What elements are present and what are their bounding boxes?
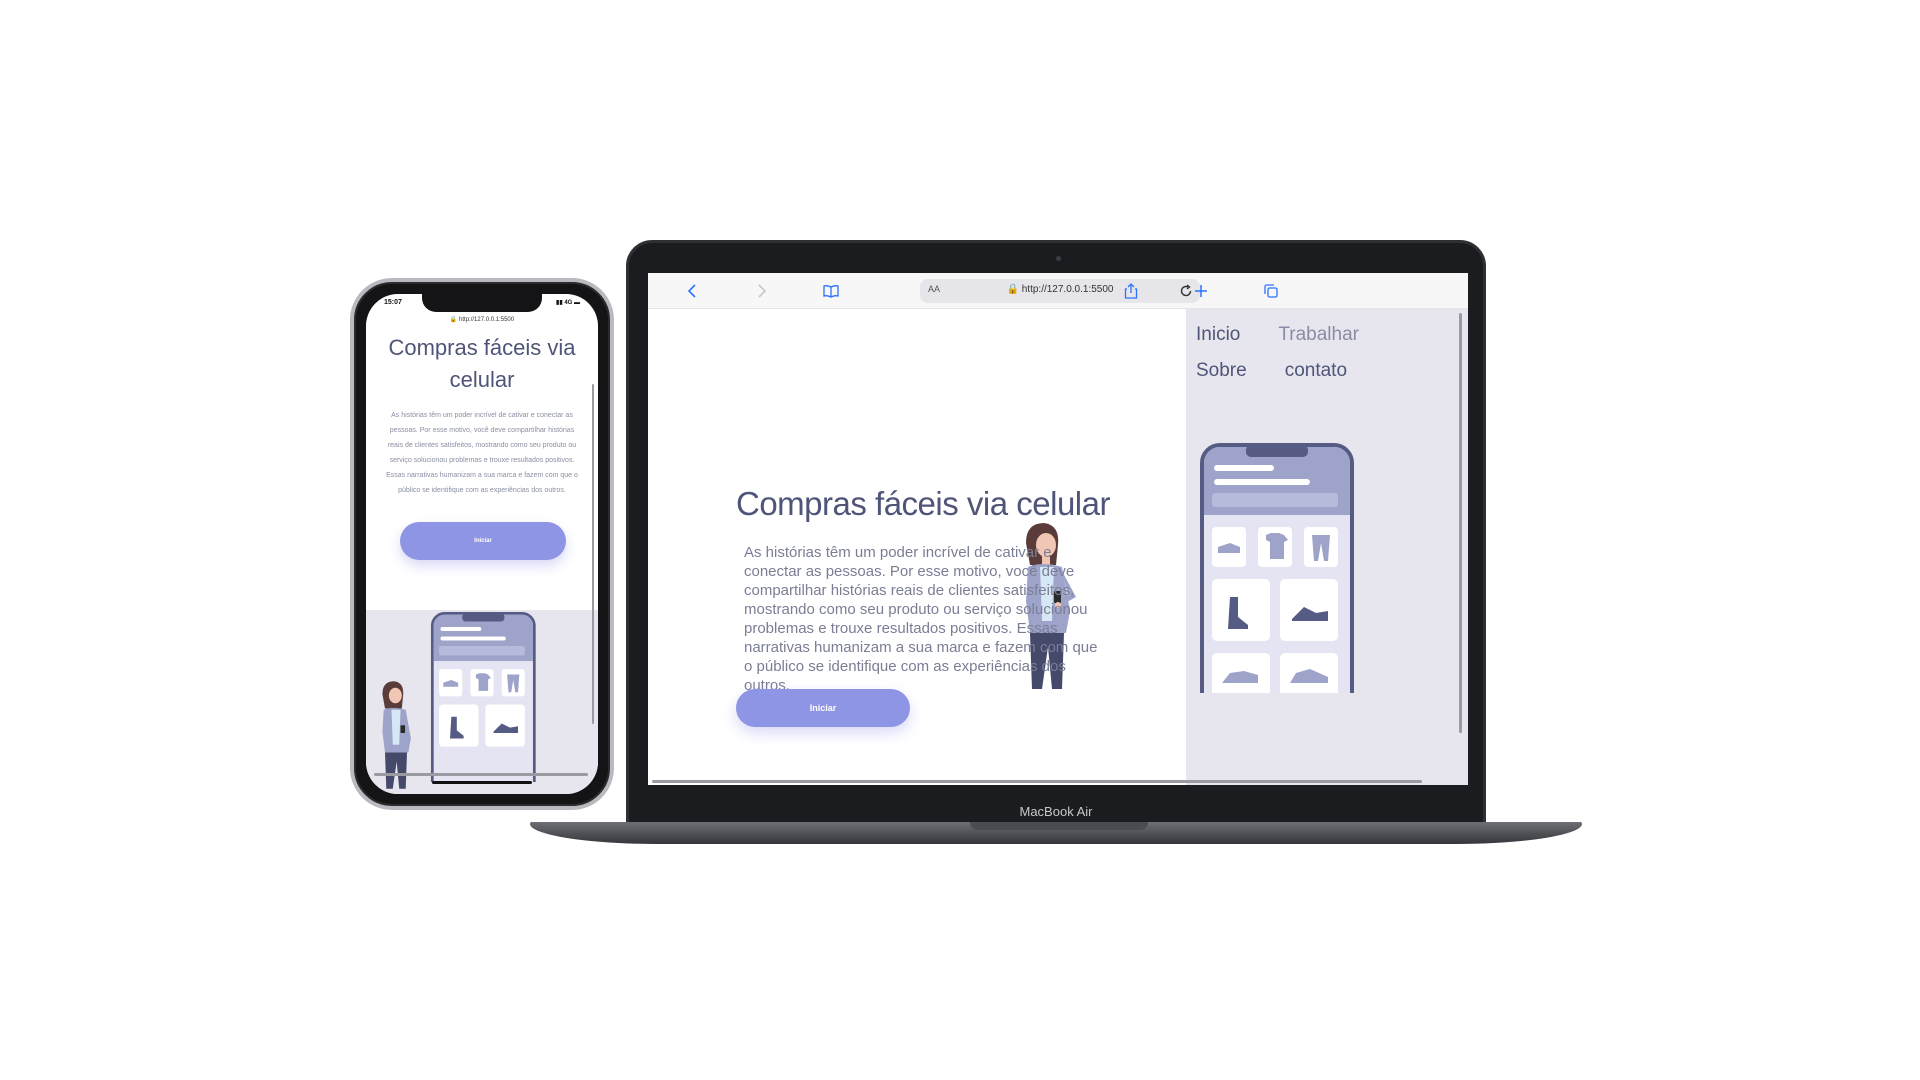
laptop-base [530, 822, 1582, 844]
home-indicator[interactable] [432, 781, 532, 784]
hero-title: Compras fáceis via celular [736, 485, 1110, 522]
camera-dot [1056, 256, 1061, 261]
address-bar[interactable]: AA 🔒 http://127.0.0.1:5500 [920, 279, 1200, 303]
share-icon[interactable] [1122, 282, 1140, 300]
laptop-lid: AA 🔒 http://127.0.0.1:5500 Inicio Trabalh… [626, 240, 1486, 826]
nav-item-contato[interactable]: contato [1285, 353, 1347, 389]
nav-item-trabalhar[interactable]: Trabalhar [1278, 317, 1359, 353]
phone-iniciar-button[interactable]: Iniciar [400, 522, 566, 560]
lock-icon: 🔒 [449, 317, 458, 323]
phone-device: 15:07 ▮▮ 4G ▬ 🔒 http://127.0.0.1:5500 Co… [350, 278, 614, 810]
main-nav: Inicio Trabalhar Sobre contato [1196, 317, 1456, 389]
iniciar-button[interactable]: Iniciar [736, 689, 910, 727]
network-type: 4G [564, 300, 573, 306]
laptop-screen: AA 🔒 http://127.0.0.1:5500 Inicio Trabalh… [648, 273, 1468, 785]
phone-hero-title: Compras fáceis via celular [388, 335, 576, 392]
horizontal-scrollbar[interactable] [652, 780, 1422, 783]
tabs-icon[interactable] [1262, 282, 1280, 300]
laptop-brand-label: MacBook Air [1019, 804, 1093, 819]
phone-screen: 15:07 ▮▮ 4G ▬ 🔒 http://127.0.0.1:5500 Co… [366, 294, 598, 794]
phone-hero-text: As histórias têm um poder incrível de ca… [386, 412, 578, 494]
url-value: http://127.0.0.1:5500 [1021, 284, 1114, 295]
phone-illustration [430, 612, 536, 782]
nav-item-sobre[interactable]: Sobre [1196, 353, 1247, 389]
phone-url-bar[interactable]: 🔒 http://127.0.0.1:5500 [366, 316, 598, 323]
hero-text: As histórias têm um poder incrível de ca… [744, 544, 1098, 694]
signal-bars-icon: ▮▮ [556, 300, 563, 306]
phone-url-value: http://127.0.0.1:5500 [459, 317, 515, 323]
phone-horizontal-scrollbar[interactable] [374, 773, 588, 776]
phone-vertical-scrollbar[interactable] [592, 384, 594, 724]
web-page: Inicio Trabalhar Sobre contato Compras fá… [648, 309, 1468, 785]
phone-illustration-panel [366, 610, 598, 794]
bookmarks-icon[interactable] [822, 282, 840, 300]
status-signal: ▮▮ 4G ▬ [556, 299, 580, 306]
back-icon[interactable] [684, 282, 702, 300]
hero-illustration-panel: Inicio Trabalhar Sobre contato [1186, 309, 1468, 785]
phone-notch [422, 294, 542, 312]
new-tab-icon[interactable] [1192, 282, 1210, 300]
nav-item-inicio[interactable]: Inicio [1196, 317, 1240, 353]
phone-illustration [1200, 443, 1354, 693]
browser-toolbar: AA 🔒 http://127.0.0.1:5500 [648, 273, 1468, 309]
lock-icon: 🔒 [1006, 284, 1019, 295]
url-text: 🔒 http://127.0.0.1:5500 [920, 284, 1200, 295]
forward-icon[interactable] [752, 282, 770, 300]
battery-icon: ▬ [574, 300, 580, 306]
laptop-base-notch [970, 822, 1148, 830]
status-time: 15:07 [384, 299, 402, 306]
vertical-scrollbar[interactable] [1459, 313, 1462, 733]
